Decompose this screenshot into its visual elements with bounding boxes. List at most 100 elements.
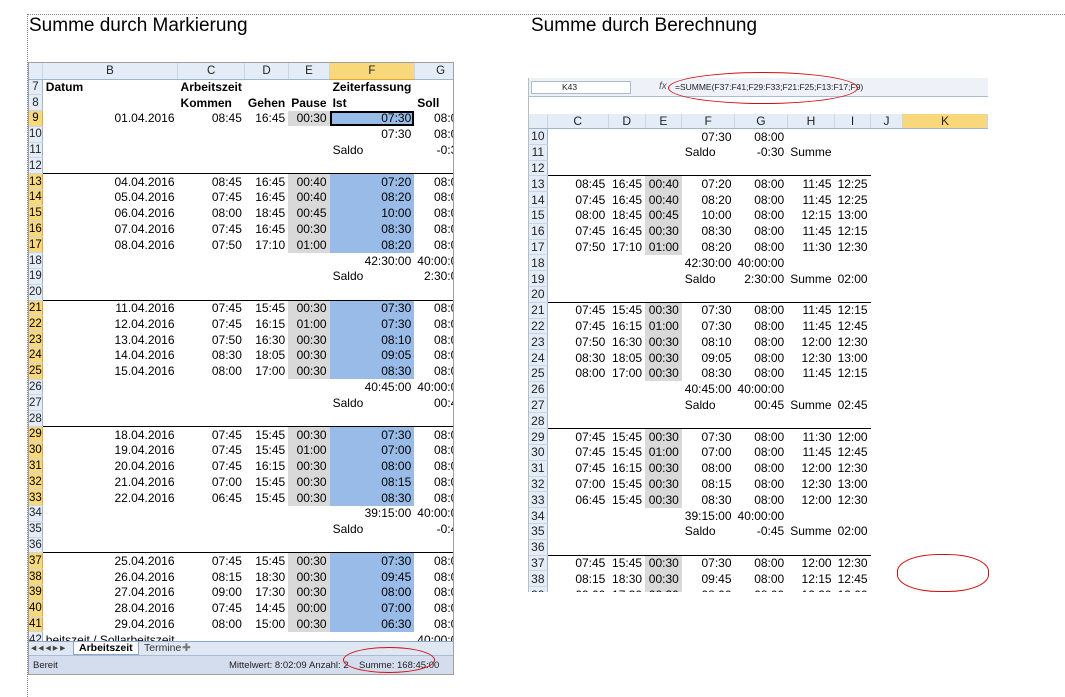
cell-g31[interactable]: 08:00 bbox=[735, 460, 788, 476]
cell-e19[interactable] bbox=[288, 269, 329, 285]
cell-b27[interactable] bbox=[42, 395, 177, 411]
cell-e9[interactable]: 00:30 bbox=[288, 110, 330, 127]
cell-j33[interactable] bbox=[871, 492, 903, 508]
cell-c28[interactable] bbox=[178, 411, 245, 427]
cell-g32[interactable]: 08:00 bbox=[414, 474, 453, 490]
row-header[interactable]: 19 bbox=[29, 268, 43, 285]
cell-f16[interactable]: 08:30 bbox=[682, 223, 735, 239]
cell-f31[interactable]: 08:00 bbox=[329, 458, 415, 474]
cell-e21[interactable]: 00:30 bbox=[288, 299, 330, 316]
cell-f12[interactable] bbox=[330, 158, 415, 174]
cell-d21[interactable]: 15:45 bbox=[608, 301, 646, 319]
cell-c24[interactable]: 08:30 bbox=[547, 350, 608, 366]
cell-g39[interactable]: 08:00 bbox=[735, 587, 788, 592]
cell-d16[interactable]: 16:45 bbox=[245, 221, 288, 237]
cell-c11[interactable] bbox=[178, 142, 245, 158]
cell-g27[interactable]: 00:45 bbox=[735, 397, 788, 413]
cell-c18[interactable] bbox=[178, 253, 245, 269]
cell-b24[interactable]: 14.04.2016 bbox=[42, 348, 177, 364]
cell-h14[interactable]: 11:45 bbox=[787, 192, 834, 208]
cell-f25[interactable]: 08:30 bbox=[682, 365, 735, 381]
cell-i30[interactable]: 12:45 bbox=[835, 444, 871, 460]
cell-c35[interactable] bbox=[547, 523, 608, 539]
cell-c20[interactable] bbox=[547, 286, 608, 302]
row-header[interactable]: 36 bbox=[29, 537, 43, 554]
cell-g20[interactable] bbox=[735, 286, 788, 302]
cell-e10[interactable] bbox=[288, 126, 329, 142]
cell-f23[interactable]: 08:10 bbox=[329, 331, 415, 348]
cell-h32[interactable]: 12:30 bbox=[787, 476, 834, 492]
row-header[interactable]: 30 bbox=[529, 444, 548, 461]
cell-d26[interactable] bbox=[245, 379, 288, 395]
cell-b9[interactable]: 01.04.2016 bbox=[42, 111, 177, 127]
cell-j14[interactable] bbox=[871, 192, 903, 208]
row-header[interactable]: 37 bbox=[529, 555, 548, 572]
cell-g30[interactable]: 08:00 bbox=[735, 444, 788, 460]
cell-h38[interactable]: 12:15 bbox=[787, 571, 834, 587]
cell-g14[interactable]: 08:00 bbox=[735, 192, 788, 208]
cell-c32[interactable]: 07:00 bbox=[178, 474, 245, 490]
cell-f19[interactable]: Saldo bbox=[330, 269, 415, 285]
cell-c28[interactable] bbox=[547, 413, 608, 429]
cell-d33[interactable]: 15:45 bbox=[245, 490, 288, 506]
row-header[interactable]: 31 bbox=[29, 458, 43, 475]
cell-d40[interactable]: 14:45 bbox=[245, 600, 288, 616]
cell-d21[interactable]: 15:45 bbox=[244, 299, 289, 316]
cell-d25[interactable]: 17:00 bbox=[245, 363, 288, 379]
row-header[interactable]: 35 bbox=[29, 521, 43, 538]
cell-g37[interactable]: 08:00 bbox=[414, 552, 453, 569]
cell-f10[interactable]: 07:30 bbox=[682, 129, 735, 145]
cell-f13[interactable]: 07:20 bbox=[329, 173, 415, 190]
cell-d35[interactable] bbox=[608, 523, 645, 539]
cell-d15[interactable]: 18:45 bbox=[608, 207, 645, 223]
cell-e11[interactable] bbox=[645, 144, 682, 160]
cell-g25[interactable]: 08:00 bbox=[735, 365, 788, 381]
cell-c12[interactable] bbox=[547, 160, 608, 176]
cell-g22[interactable]: 08:00 bbox=[414, 316, 453, 332]
cell-c17[interactable]: 07:50 bbox=[547, 239, 608, 255]
row-header[interactable]: 14 bbox=[529, 191, 548, 208]
row-header[interactable]: 35 bbox=[529, 523, 548, 540]
cell-e26[interactable] bbox=[645, 381, 682, 397]
cell-d29[interactable]: 15:45 bbox=[608, 428, 646, 445]
cell-j17[interactable] bbox=[871, 239, 903, 255]
cell-d31[interactable]: 16:15 bbox=[245, 458, 288, 474]
cell-g21[interactable]: 08:00 bbox=[414, 299, 453, 316]
column-header-e[interactable]: E bbox=[645, 114, 683, 129]
cell-e24[interactable]: 00:30 bbox=[288, 347, 330, 364]
cell-d39[interactable]: 17:30 bbox=[245, 585, 288, 601]
column-header-g[interactable]: G bbox=[414, 63, 453, 80]
cell-j34[interactable] bbox=[871, 508, 903, 524]
cell-g38[interactable]: 08:00 bbox=[414, 569, 453, 585]
cell-b21[interactable]: 11.04.2016 bbox=[42, 299, 178, 316]
cell-c15[interactable]: 08:00 bbox=[178, 205, 245, 221]
cell-b30[interactable]: 19.04.2016 bbox=[42, 442, 177, 458]
cell-g16[interactable]: 08:00 bbox=[414, 221, 453, 237]
cell-f7[interactable]: Zeiterfassung bbox=[330, 79, 415, 95]
cell-f33[interactable]: 08:30 bbox=[682, 492, 735, 508]
cell-d19[interactable] bbox=[608, 271, 645, 287]
cell-f30[interactable]: 07:00 bbox=[329, 442, 415, 459]
cell-b32[interactable]: 21.04.2016 bbox=[42, 474, 177, 490]
cell-e16[interactable]: 00:30 bbox=[288, 221, 330, 237]
cell-c30[interactable]: 07:45 bbox=[547, 444, 608, 460]
cell-k19[interactable] bbox=[902, 271, 987, 287]
cell-e25[interactable]: 00:30 bbox=[645, 365, 682, 382]
cell-d39[interactable]: 17:30 bbox=[608, 587, 645, 592]
cell-k21[interactable] bbox=[902, 302, 987, 318]
row-header[interactable]: 26 bbox=[29, 379, 43, 396]
cell-j13[interactable] bbox=[871, 176, 903, 192]
cell-e22[interactable]: 01:00 bbox=[645, 318, 682, 334]
cell-j36[interactable] bbox=[871, 539, 903, 555]
cell-b38[interactable]: 26.04.2016 bbox=[42, 569, 177, 585]
cell-b20[interactable] bbox=[42, 284, 177, 300]
cell-c13[interactable]: 08:45 bbox=[177, 173, 245, 190]
row-header[interactable]: 39 bbox=[529, 586, 548, 592]
cell-k32[interactable] bbox=[902, 476, 987, 492]
cell-d15[interactable]: 18:45 bbox=[245, 205, 288, 221]
cell-c19[interactable] bbox=[178, 269, 245, 285]
cell-i35[interactable]: 02:00 bbox=[835, 523, 871, 539]
cell-d18[interactable] bbox=[608, 255, 645, 271]
row-header[interactable]: 12 bbox=[29, 157, 43, 175]
cell-h21[interactable]: 11:45 bbox=[787, 301, 835, 319]
